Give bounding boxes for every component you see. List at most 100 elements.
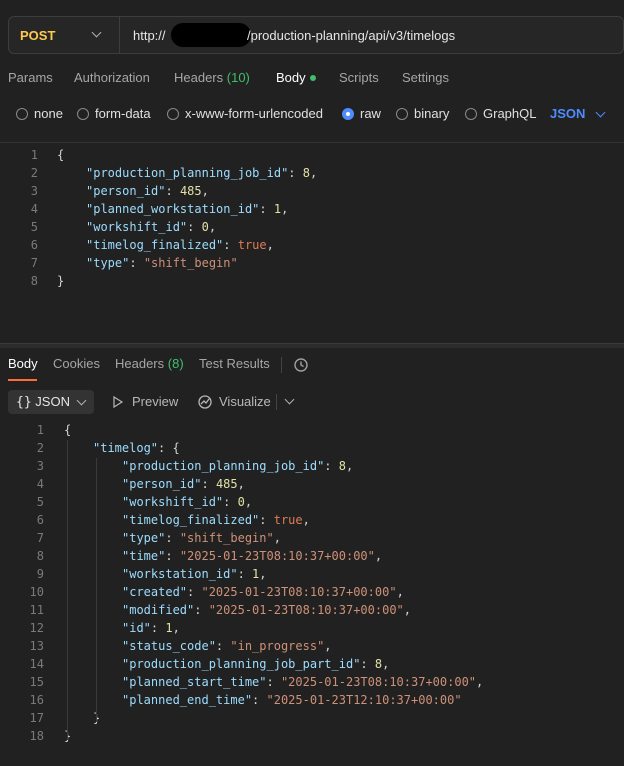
line-number: 14	[29, 657, 44, 671]
code-token: "in_progress"	[230, 639, 325, 653]
radio-binary[interactable]: binary	[396, 106, 449, 121]
response-tab-headers[interactable]: Headers (8)	[115, 356, 184, 371]
request-body-editor[interactable]: 1 {2 "production_planning_job_id": 8, 3 "per…	[0, 142, 624, 343]
code-token: "planned_end_time"	[122, 693, 253, 707]
code-token: true	[237, 238, 267, 252]
code-token: ,	[374, 549, 383, 563]
code-token: :	[165, 184, 180, 198]
code-token: ,	[201, 184, 209, 198]
radio-x-www-form-urlencoded[interactable]: x-www-form-urlencoded	[167, 106, 323, 121]
code-token: :	[150, 621, 166, 635]
line-number: 13	[29, 639, 44, 653]
format-select[interactable]: {} JSON	[8, 390, 94, 414]
headers-count: (10)	[226, 70, 250, 85]
line-number: 4	[30, 202, 38, 216]
tab-authorization[interactable]: Authorization	[74, 70, 150, 85]
code-token: :	[259, 513, 274, 527]
line-number: 4	[36, 477, 44, 491]
code-token: :	[129, 256, 144, 270]
code-token: :	[194, 603, 209, 617]
radio-selected-icon	[342, 107, 354, 120]
code-token: ,	[208, 220, 217, 234]
code-token: :	[165, 549, 180, 563]
history-icon[interactable]	[293, 357, 309, 373]
code-token: true	[273, 513, 303, 527]
response-body-viewer[interactable]: 1 {2 "timelog": {3 "production_planning_job…	[0, 420, 624, 760]
method-select[interactable]: POST	[9, 17, 120, 53]
code-token: "workstation_id"	[122, 567, 238, 581]
code-line: "planned_workstation_id": 1,	[86, 200, 288, 218]
preview-button[interactable]: Preview	[132, 394, 178, 409]
radio-graphql[interactable]: GraphQL	[465, 106, 536, 121]
request-tabs: Params Authorization Headers (10) Body S…	[0, 70, 624, 92]
code-token: "2025-01-23T08:10:37+00:00"	[179, 549, 375, 563]
editor-resize-handle[interactable]	[0, 343, 624, 348]
code-line: "person_id": 485,	[86, 182, 209, 200]
line-number: 3	[36, 459, 44, 473]
response-tab-body[interactable]: Body	[8, 356, 38, 371]
code-token: "planned_workstation_id"	[86, 202, 260, 216]
code-line: {	[64, 421, 71, 439]
divider	[281, 357, 282, 373]
language-select[interactable]: JSON	[550, 106, 585, 121]
code-token: ,	[403, 603, 412, 617]
code-token: ,	[302, 513, 310, 527]
code-line: "planned_start_time": "2025-01-23T08:10:…	[122, 673, 483, 691]
code-token: 0	[201, 220, 209, 234]
code-line: }	[57, 272, 64, 290]
visualize-icon	[198, 395, 212, 409]
tab-scripts[interactable]: Scripts	[339, 70, 379, 85]
tab-headers[interactable]: Headers (10)	[174, 70, 250, 85]
code-token: "2025-01-23T08:10:37+00:00"	[280, 675, 477, 689]
response-tab-cookies[interactable]: Cookies	[53, 356, 100, 371]
code-line: "person_id": 485,	[122, 475, 245, 493]
code-line: "timelog_finalized": true,	[122, 511, 310, 529]
tab-params[interactable]: Params	[8, 70, 53, 85]
line-number: 1	[36, 423, 44, 437]
visualize-button[interactable]: Visualize	[219, 394, 271, 409]
code-token: ,	[266, 238, 274, 252]
braces-icon: {}	[16, 395, 32, 410]
code-token: :	[237, 567, 253, 581]
code-token: 485	[215, 477, 238, 491]
line-number: 10	[29, 585, 44, 599]
body-type-options: none form-data x-www-form-urlencoded raw…	[0, 106, 624, 126]
line-number: 2	[36, 441, 44, 455]
radio-raw[interactable]: raw	[342, 106, 381, 121]
method-label: POST	[20, 28, 56, 43]
line-number: 6	[36, 513, 44, 527]
radio-none[interactable]: none	[16, 106, 63, 121]
line-number: 16	[29, 693, 44, 707]
url-path[interactable]: /production-planning/api/v3/timelogs	[247, 28, 455, 43]
tab-body[interactable]: Body	[276, 70, 316, 85]
code-line: {	[57, 146, 64, 164]
line-number: 9	[36, 567, 44, 581]
code-token: :	[201, 477, 216, 491]
code-line: "id": 1,	[122, 619, 180, 637]
code-token: 485	[179, 184, 202, 198]
code-token: ,	[273, 531, 281, 545]
modified-dot-icon	[309, 74, 316, 81]
radio-circle-icon	[465, 107, 477, 120]
chevron-down-icon	[91, 27, 102, 38]
chevron-down-icon[interactable]	[284, 394, 295, 405]
code-token: 1	[273, 202, 282, 216]
url-prefix[interactable]: http://	[133, 28, 166, 43]
code-token: :	[223, 495, 238, 509]
radio-form-data[interactable]: form-data	[77, 106, 151, 121]
code-token: ,	[259, 567, 267, 581]
tab-settings[interactable]: Settings	[402, 70, 449, 85]
line-number: 12	[29, 621, 44, 635]
response-tab-test-results[interactable]: Test Results	[199, 356, 270, 371]
code-token: :	[223, 238, 238, 252]
code-line: "type": "shift_begin"	[86, 254, 238, 272]
code-token: "type"	[86, 256, 130, 270]
chevron-down-icon	[76, 395, 87, 406]
code-line: "production_planning_job_id": 8,	[122, 457, 353, 475]
code-token: :	[187, 585, 202, 599]
code-token: "workshift_id"	[122, 495, 224, 509]
code-token: ,	[476, 675, 484, 689]
code-line: "time": "2025-01-23T08:10:37+00:00",	[122, 547, 382, 565]
code-token: "person_id"	[122, 477, 202, 491]
code-token: :	[215, 639, 231, 653]
